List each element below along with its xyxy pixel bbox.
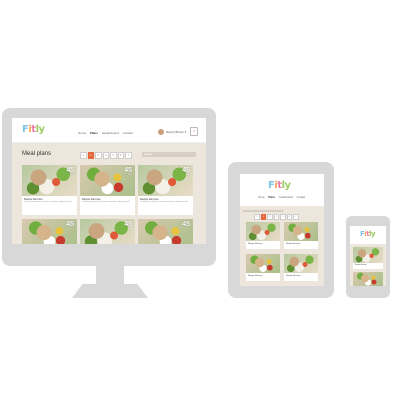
main-nav: Home Plans Leaderboard Contact	[258, 196, 308, 199]
notification-badge[interactable]: 1	[190, 127, 198, 136]
card-description: Lorem ipsum dolor sit amet consectetur a…	[24, 201, 72, 203]
card-title: Recipe title here	[286, 274, 301, 277]
meal-card[interactable]: Recipe title here	[284, 222, 318, 249]
user-menu[interactable]: Nancy Brown ▾	[158, 129, 186, 135]
nav-item-contact[interactable]: Contact	[123, 131, 133, 135]
site-header: Fitly Home Plans Leaderboard Contact Nan…	[12, 118, 206, 143]
desktop-screen: Fitly Home Plans Leaderboard Contact Nan…	[12, 118, 206, 244]
nav-item-plans[interactable]: Plans	[90, 131, 98, 135]
fitly-logo[interactable]: Fitly	[22, 125, 45, 135]
page-link[interactable]: 3	[267, 214, 273, 220]
card-title: Recipe title here	[248, 274, 263, 277]
meal-image	[246, 254, 280, 273]
nav-item-leaderboard[interactable]: Leaderboard	[102, 131, 119, 135]
meal-image	[284, 222, 318, 241]
meal-image	[246, 222, 280, 241]
card-description: Lorem ipsum dolor sit amet consectetur a…	[140, 201, 188, 203]
main-content: Recipe title here	[350, 244, 386, 286]
meal-card[interactable]: Recipe title here	[246, 254, 280, 281]
meal-card[interactable]: Recipe title here	[284, 254, 318, 281]
phone-screen: Fitly Recipe title here	[350, 226, 386, 286]
meal-image	[284, 254, 318, 273]
main-nav: Home Plans Leaderboard Contact	[78, 131, 136, 135]
fitly-logo[interactable]: Fitly	[360, 231, 376, 238]
page-link[interactable]: 6	[117, 152, 124, 159]
page-link-active[interactable]: 2	[87, 152, 94, 159]
user-name: Nancy Brown	[166, 129, 184, 134]
nav-item-home[interactable]: Home	[78, 131, 86, 135]
card-title: Recipe title here	[286, 242, 301, 245]
card-title: Recipe title here	[248, 242, 263, 245]
meal-image	[353, 247, 383, 263]
page-link[interactable]: 6	[286, 214, 292, 220]
prep-time: 45	[182, 221, 190, 228]
meal-card[interactable]: Recipe title here	[353, 247, 383, 269]
nav-item-home[interactable]: Home	[258, 196, 265, 199]
meal-card[interactable]: 45	[22, 219, 77, 244]
page-link[interactable]: 7	[293, 214, 299, 220]
page-link-active[interactable]: 2	[260, 214, 266, 220]
meal-card[interactable]: 45 min Recipe title here Lorem ipsum dolo…	[138, 165, 193, 215]
prep-time: 45 min	[66, 167, 74, 176]
page-link[interactable]: 4	[273, 214, 279, 220]
meal-image: 45	[22, 219, 77, 244]
prep-time: 45	[124, 221, 132, 228]
meal-image: 45 min	[80, 165, 135, 196]
meal-image: 45	[80, 219, 135, 244]
nav-item-leaderboard[interactable]: Leaderboard	[279, 196, 293, 199]
page-link[interactable]: 7	[125, 152, 132, 159]
prep-time: 45 min	[124, 167, 132, 176]
prep-time: 45 min	[182, 167, 190, 176]
tablet-screen: Fitly Home Plans Leaderboard Contact 1 2…	[240, 174, 324, 286]
card-title: Recipe title here	[355, 264, 367, 266]
monitor-stand	[72, 284, 148, 298]
nav-item-plans[interactable]: Plans	[268, 196, 275, 199]
page-link[interactable]: 1	[80, 152, 87, 159]
meal-card[interactable]: Recipe title here	[246, 222, 280, 249]
page-link[interactable]: 5	[280, 214, 286, 220]
pagination: 1 2 3 4 5 6 7	[254, 214, 299, 220]
meal-card[interactable]: 45 min Recipe title here Lorem ipsum dolo…	[80, 165, 135, 215]
pagination: 1 2 3 4 5 6 7	[80, 152, 132, 159]
page-link[interactable]: 4	[102, 152, 109, 159]
avatar	[158, 129, 164, 135]
fitly-logo[interactable]: Fitly	[268, 181, 291, 191]
monitor-neck	[96, 266, 124, 286]
meal-card[interactable]: 45 min Recipe title here Lorem ipsum dolo…	[22, 165, 77, 215]
main-content: 1 2 3 4 5 6 7 Recipe title here Recipe t…	[240, 206, 324, 286]
meal-image: 45 min	[22, 165, 77, 196]
meal-image: 45 min	[138, 165, 193, 196]
main-content: Meal plans 1 2 3 4 5 6 7 Search 45 min Re…	[12, 143, 206, 244]
meal-card[interactable]	[353, 272, 383, 286]
nav-item-contact[interactable]: Contact	[297, 196, 306, 199]
meal-card[interactable]: 45	[138, 219, 193, 244]
card-description: Lorem ipsum dolor sit amet consectetur a…	[82, 201, 130, 203]
page-title-bar	[243, 210, 283, 212]
chevron-down-icon: ▾	[184, 129, 187, 134]
prep-time: 45	[66, 221, 74, 228]
meal-image	[353, 272, 383, 286]
page-title: Meal plans	[22, 151, 52, 157]
page-link[interactable]: 5	[110, 152, 117, 159]
page-link[interactable]: 1	[254, 214, 260, 220]
page-link[interactable]: 3	[95, 152, 102, 159]
meal-card[interactable]: 45	[80, 219, 135, 244]
search-input[interactable]: Search	[142, 152, 196, 157]
meal-image: 45	[138, 219, 193, 244]
